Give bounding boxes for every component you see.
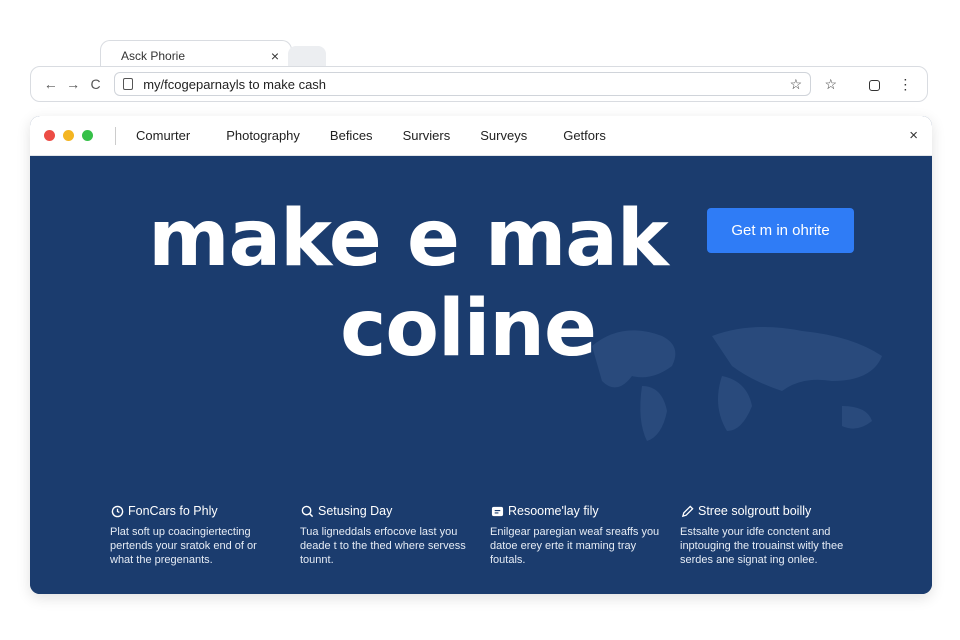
tab-close-icon[interactable]: × [271,48,279,64]
minimize-dot-icon[interactable] [63,130,74,141]
browser-toolbar: ← → C my/fcogeparnayls to make cash ☆ ☆ … [30,66,928,102]
feature-description: Plat soft up coacingiertecting pertends … [110,526,257,566]
headline-line-2: coline [340,284,597,374]
maximize-dot-icon[interactable] [82,130,93,141]
get-started-button[interactable]: Get m in ohrite [707,208,854,253]
feature-title: FonCars fo Phly [128,504,218,518]
star-icon[interactable]: ☆ [819,76,842,93]
search-icon [300,504,314,518]
feature-title: Setusing Day [318,504,393,518]
address-bar[interactable]: my/fcogeparnayls to make cash ☆ [114,72,812,96]
menu-item-befices[interactable]: Befices [330,128,373,143]
feature-description: Tua ligneddals erfocove last you deade t… [300,526,466,566]
menu-item-getfors[interactable]: Getfors [563,128,606,143]
divider [115,126,116,145]
chat-icon [490,504,504,518]
reload-icon[interactable]: C [86,76,105,92]
bookmark-star-icon[interactable]: ☆ [790,76,803,93]
feature-item: FonCars fo Phly Plat soft up coacingiert… [110,504,280,567]
feature-item: Resoome'lay fily Enilgear paregian weaf … [490,504,660,567]
menu-kebab-icon[interactable]: ⋮ [894,76,917,93]
page-info-icon[interactable] [123,78,134,90]
headline-line-1: make e mak [148,194,669,284]
menu-item-comurter[interactable]: Comurter [136,128,190,143]
feature-description: Estsalte your idfe conctent and inptougi… [680,526,844,566]
feature-title: Stree solgroutt boilly [698,504,812,518]
menu-item-surviers[interactable]: Surviers [403,128,451,143]
feature-item: Stree solgroutt boilly Estsalte your idf… [680,504,850,567]
url-text[interactable]: my/fcogeparnayls to make cash [143,77,789,92]
feature-list: FonCars fo Phly Plat soft up coacingiert… [110,504,870,567]
pencil-icon [680,504,694,518]
forward-icon[interactable]: → [63,76,82,92]
hero-section: make e mak coline Get m in ohrite FonCar… [30,156,932,594]
window-close-icon[interactable]: × [909,127,918,144]
app-window: Comurter Photography Befices Surviers Su… [30,116,932,594]
hero-headline: make e mak coline [108,194,708,374]
feature-item: Setusing Day Tua ligneddals erfocove las… [300,504,470,567]
back-icon[interactable]: ← [41,76,60,92]
feature-title: Resoome'lay fily [508,504,599,518]
feature-description: Enilgear paregian weaf sreaffs you datoe… [490,526,660,566]
menu-item-surveys[interactable]: Surveys [480,128,527,143]
close-dot-icon[interactable] [44,130,55,141]
menu-item-photography[interactable]: Photography [226,128,300,143]
window-titlebar: Comurter Photography Befices Surviers Su… [30,116,932,156]
clock-icon [110,504,124,518]
tab-title: Asck Phorie [121,48,186,63]
extension-icon[interactable] [862,76,885,92]
